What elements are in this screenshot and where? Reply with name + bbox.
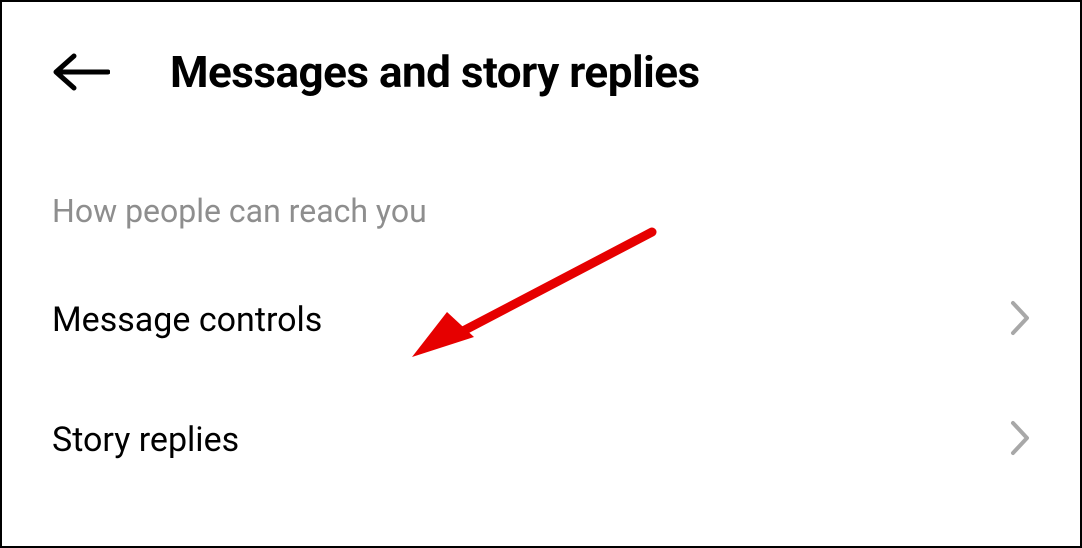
list-item-story-replies[interactable]: Story replies — [52, 380, 1030, 500]
settings-list: Message controls Story replies — [2, 260, 1080, 500]
list-item-message-controls[interactable]: Message controls — [52, 260, 1030, 380]
section-header: How people can reach you — [2, 112, 1080, 260]
header: Messages and story replies — [2, 2, 1080, 112]
chevron-right-icon — [1010, 420, 1030, 460]
list-item-label: Story replies — [52, 420, 239, 460]
page-title: Messages and story replies — [170, 46, 700, 98]
back-arrow-icon — [52, 52, 110, 92]
list-item-label: Message controls — [52, 300, 322, 340]
chevron-right-icon — [1010, 300, 1030, 340]
back-button[interactable] — [52, 52, 110, 92]
